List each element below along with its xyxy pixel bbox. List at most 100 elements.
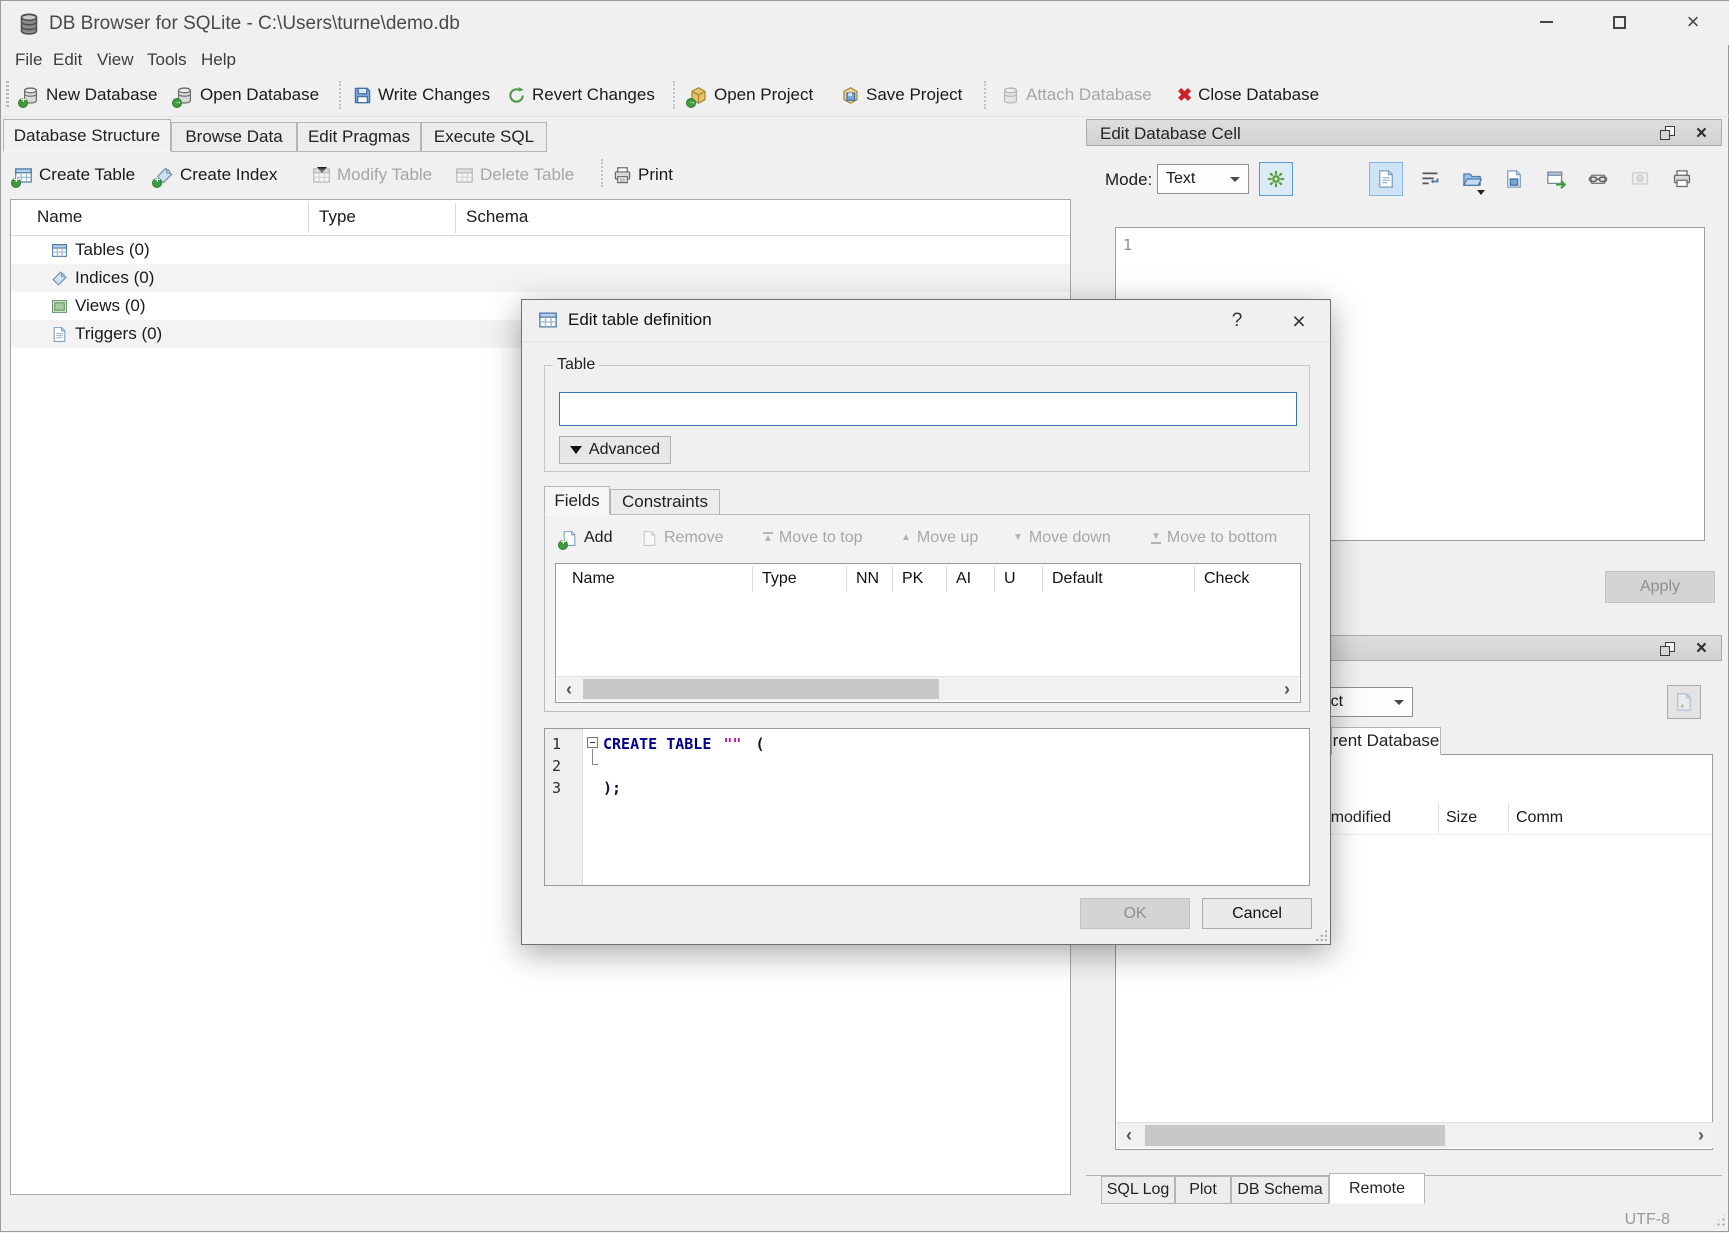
add-field-button[interactable]: Add bbox=[561, 525, 612, 551]
remote-horizontal-scrollbar[interactable]: ‹ › bbox=[1117, 1122, 1713, 1148]
copy-link-button[interactable] bbox=[1581, 162, 1615, 196]
clone-database-button[interactable] bbox=[1667, 685, 1701, 719]
dialog-tab-constraints[interactable]: Constraints bbox=[610, 489, 720, 515]
modify-table-button[interactable]: Modify Table bbox=[312, 159, 432, 191]
scroll-left-arrow[interactable]: ‹ bbox=[557, 677, 581, 701]
column-header-commit[interactable]: Comm bbox=[1516, 809, 1563, 827]
edit-cell-panel-header[interactable]: Edit Database Cell × bbox=[1086, 119, 1722, 146]
scroll-right-arrow[interactable]: › bbox=[1275, 677, 1299, 701]
import-open-icon bbox=[1462, 169, 1482, 189]
create-index-button[interactable]: Create Index bbox=[155, 159, 277, 191]
move-to-top-button[interactable]: ▲ Move to top bbox=[763, 525, 863, 551]
triangle-down-icon bbox=[570, 446, 582, 454]
write-changes-button[interactable]: Write Changes bbox=[353, 79, 490, 111]
mode-combobox[interactable]: Text bbox=[1157, 164, 1249, 194]
sql-line-1: CREATE TABLE""( bbox=[603, 735, 764, 753]
import-text-button[interactable] bbox=[1455, 162, 1489, 196]
dialog-tab-fields[interactable]: Fields bbox=[544, 486, 610, 515]
tab-execute-sql[interactable]: Execute SQL bbox=[421, 122, 547, 152]
revert-changes-button[interactable]: Revert Changes bbox=[507, 79, 655, 111]
fields-column-name[interactable]: Name bbox=[572, 570, 615, 588]
menu-bar: File Edit View Tools Help bbox=[1, 45, 1729, 73]
close-panel-icon[interactable]: × bbox=[1696, 639, 1707, 658]
close-button[interactable]: × bbox=[1667, 3, 1719, 41]
advanced-button[interactable]: Advanced bbox=[559, 436, 671, 464]
maximize-button[interactable] bbox=[1593, 3, 1645, 41]
print-icon bbox=[613, 166, 632, 185]
fields-column-ai[interactable]: AI bbox=[956, 570, 971, 588]
move-down-button[interactable]: ▼ Move down bbox=[1013, 525, 1111, 551]
print-cell-button[interactable] bbox=[1665, 162, 1699, 196]
text-mode-button[interactable] bbox=[1369, 162, 1403, 196]
float-panel-icon[interactable] bbox=[1660, 126, 1675, 140]
plus-badge-icon bbox=[558, 540, 568, 550]
code-fold-icon[interactable] bbox=[587, 737, 598, 748]
window-resize-grip[interactable] bbox=[1712, 1213, 1726, 1227]
scroll-right-arrow[interactable]: › bbox=[1689, 1123, 1713, 1148]
open-database-button[interactable]: Open Database bbox=[175, 79, 319, 111]
dialog-close-button[interactable]: × bbox=[1282, 306, 1316, 336]
close-panel-icon[interactable]: × bbox=[1696, 124, 1707, 143]
menu-edit[interactable]: Edit bbox=[47, 47, 88, 73]
tree-row-tables[interactable]: Tables (0) bbox=[11, 236, 1070, 264]
table-name-input[interactable] bbox=[559, 392, 1297, 426]
tab-browse-data[interactable]: Browse Data bbox=[171, 122, 297, 152]
menu-file[interactable]: File bbox=[9, 47, 48, 73]
fields-column-type[interactable]: Type bbox=[762, 570, 797, 588]
fields-column-check[interactable]: Check bbox=[1204, 570, 1249, 588]
tab-edit-pragmas[interactable]: Edit Pragmas bbox=[297, 122, 421, 152]
fields-column-nn[interactable]: NN bbox=[856, 570, 879, 588]
menu-view[interactable]: View bbox=[91, 47, 140, 73]
column-header-type[interactable]: Type bbox=[319, 207, 356, 227]
attach-database-button[interactable]: Attach Database bbox=[1001, 79, 1152, 111]
word-wrap-button[interactable] bbox=[1413, 162, 1447, 196]
scrollbar-thumb[interactable] bbox=[1145, 1125, 1445, 1146]
sql-preview[interactable]: 1 2 3 CREATE TABLE""( ); bbox=[544, 728, 1310, 886]
fields-column-default[interactable]: Default bbox=[1052, 570, 1103, 588]
tab-current-database[interactable]: rent Database bbox=[1331, 727, 1441, 755]
dialog-title-bar[interactable]: Edit table definition ? × bbox=[522, 300, 1330, 342]
export-text-button[interactable] bbox=[1497, 162, 1531, 196]
tree-row-indices[interactable]: Indices (0) bbox=[11, 264, 1070, 292]
attach-database-icon bbox=[1001, 86, 1020, 105]
move-to-bottom-button[interactable]: ▼ Move to bottom bbox=[1151, 525, 1277, 551]
toolbar-drag-handle[interactable] bbox=[6, 81, 9, 109]
remove-field-button[interactable]: Remove bbox=[641, 525, 724, 551]
delete-table-button[interactable]: Delete Table bbox=[455, 159, 574, 191]
plus-badge-icon bbox=[18, 98, 28, 108]
move-up-button[interactable]: ▲ Move up bbox=[901, 525, 978, 551]
dock-tab-remote[interactable]: Remote bbox=[1329, 1173, 1425, 1204]
dialog-help-button[interactable]: ? bbox=[1220, 306, 1254, 336]
dock-tab-db-schema[interactable]: DB Schema bbox=[1231, 1176, 1329, 1204]
new-database-button[interactable]: New Database bbox=[21, 79, 158, 111]
dialog-resize-grip[interactable] bbox=[1315, 929, 1327, 941]
ok-button[interactable]: OK bbox=[1080, 898, 1190, 929]
open-project-button[interactable]: Open Project bbox=[689, 79, 813, 111]
scrollbar-thumb[interactable] bbox=[583, 679, 939, 699]
menu-tools[interactable]: Tools bbox=[141, 47, 193, 73]
minimize-button[interactable] bbox=[1520, 3, 1572, 41]
auto-apply-button[interactable] bbox=[1259, 162, 1293, 196]
fields-column-pk[interactable]: PK bbox=[902, 570, 923, 588]
float-panel-icon[interactable] bbox=[1660, 642, 1675, 656]
column-header-schema[interactable]: Schema bbox=[466, 207, 528, 227]
scroll-left-arrow[interactable]: ‹ bbox=[1117, 1123, 1141, 1148]
column-header-size[interactable]: Size bbox=[1446, 809, 1477, 827]
fields-column-u[interactable]: U bbox=[1004, 570, 1016, 588]
tab-database-structure[interactable]: Database Structure bbox=[3, 119, 171, 152]
open-in-window-button[interactable] bbox=[1539, 162, 1573, 196]
menu-help[interactable]: Help bbox=[195, 47, 242, 73]
apply-button[interactable]: Apply bbox=[1605, 571, 1715, 603]
dock-tab-sql-log[interactable]: SQL Log bbox=[1101, 1176, 1175, 1204]
close-database-button[interactable]: ✖ Close Database bbox=[1177, 79, 1319, 111]
create-table-button[interactable]: Create Table bbox=[14, 159, 135, 191]
table-group-label: Table bbox=[553, 356, 599, 374]
dock-tab-plot[interactable]: Plot bbox=[1175, 1176, 1231, 1204]
save-project-button[interactable]: Save Project bbox=[841, 79, 962, 111]
column-header-name[interactable]: Name bbox=[37, 207, 82, 227]
arrow-badge-icon bbox=[686, 98, 696, 108]
fields-horizontal-scrollbar[interactable]: ‹ › bbox=[557, 676, 1299, 701]
print-button[interactable]: Print bbox=[613, 159, 673, 191]
cancel-button[interactable]: Cancel bbox=[1202, 898, 1312, 929]
set-null-button[interactable] bbox=[1623, 162, 1657, 196]
